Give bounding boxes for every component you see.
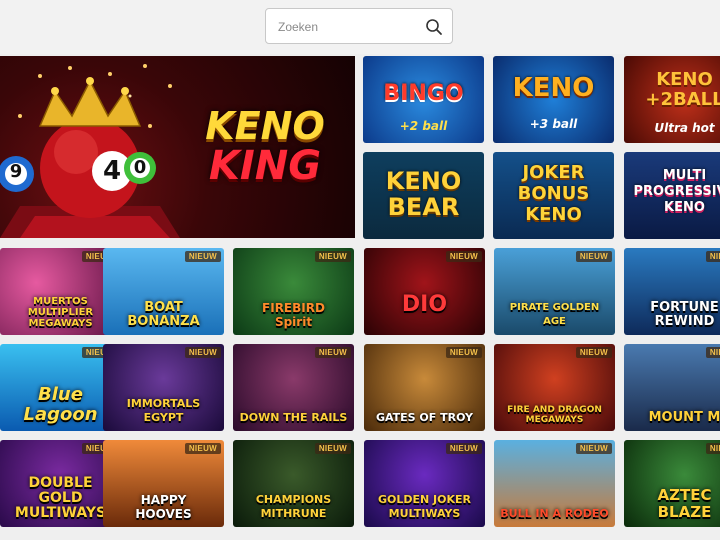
game-title: GATES OF TROY	[375, 411, 474, 424]
new-badge: NIEUW	[445, 347, 482, 358]
game-tile[interactable]: NIEUW HAPPY HOOVES	[103, 440, 224, 527]
game-title: PIRATE GOLDEN AGE	[509, 302, 600, 327]
game-tile[interactable]: NIEUW BOAT BONANZA	[103, 248, 224, 335]
new-badge: NIEUW	[445, 443, 482, 454]
new-badge: NIEUW	[705, 443, 720, 454]
game-tile-bingo[interactable]: BINGO +2 ball	[363, 56, 484, 143]
game-tile[interactable]: NIEUW FORTUNE REWIND	[624, 248, 720, 335]
game-subtitle: Ultra hot	[654, 121, 715, 135]
ball-number: 4	[102, 156, 122, 186]
game-title: GOLDEN JOKER MULTIWAYS	[377, 493, 472, 520]
game-title: BINGO	[383, 81, 464, 106]
game-title: BULL IN A RODEO	[500, 507, 609, 520]
game-tile[interactable]: NIEUW AZTEC BLAZE	[624, 440, 720, 527]
game-title: IMMORTALS EGYPT	[126, 397, 201, 424]
game-tile-multi-progressive-keno[interactable]: MULTI PROGRESSIVE KENO	[624, 152, 720, 239]
game-tile[interactable]: NIEUW MOUNT M	[624, 344, 720, 431]
game-tile[interactable]: NIEUW FIREBIRD Spirit	[233, 248, 354, 335]
search-icon[interactable]	[425, 18, 443, 36]
top-bar	[0, 0, 720, 54]
new-badge: NIEUW	[575, 251, 612, 262]
game-title: CHAMPIONS MITHRUNE	[255, 493, 332, 520]
game-subtitle: +3 ball	[529, 117, 578, 131]
new-badge: NIEUW	[314, 443, 351, 454]
game-title: MOUNT M	[648, 410, 720, 425]
new-badge: NIEUW	[184, 347, 221, 358]
game-title: FORTUNE REWIND	[650, 300, 719, 329]
game-title: JOKER BONUS KENO	[517, 162, 590, 225]
game-subtitle: +2 ball	[399, 119, 448, 133]
game-title: HAPPY HOOVES	[135, 493, 192, 521]
game-tile[interactable]: NIEUW DIO	[364, 248, 485, 335]
hero-banner[interactable]: 9 4 0 KENO KING	[0, 56, 355, 238]
game-tile[interactable]: NIEUW FIRE AND DRAGON MEGAWAYS	[494, 344, 615, 431]
game-tile[interactable]: NIEUW CHAMPIONS MITHRUNE	[233, 440, 354, 527]
game-title: AZTEC BLAZE	[657, 486, 712, 521]
ball-number: 0	[133, 157, 147, 178]
hero-title: KENO KING	[180, 106, 350, 186]
game-title: KENO BEAR	[385, 167, 462, 221]
game-tile[interactable]: NIEUW GATES OF TROY	[364, 344, 485, 431]
new-badge: NIEUW	[314, 347, 351, 358]
game-tile[interactable]: NIEUW PIRATE GOLDEN AGE	[494, 248, 615, 335]
search-box[interactable]	[265, 8, 453, 44]
game-title: BOAT BONANZA	[127, 300, 200, 329]
game-tile-joker-bonus-keno[interactable]: JOKER BONUS KENO	[493, 152, 614, 239]
new-badge: NIEUW	[184, 443, 221, 454]
game-title: FIRE AND DRAGON MEGAWAYS	[507, 405, 602, 425]
game-tile[interactable]: NIEUW BULL IN A RODEO	[494, 440, 615, 527]
game-title: MULTI PROGRESSIVE KENO	[633, 168, 720, 215]
game-tile[interactable]: NIEUW GOLDEN JOKER MULTIWAYS	[364, 440, 485, 527]
hero-title-line2: KING	[208, 143, 322, 189]
new-badge: NIEUW	[575, 347, 612, 358]
game-tile[interactable]: NIEUW IMMORTALS EGYPT	[103, 344, 224, 431]
new-badge: NIEUW	[575, 443, 612, 454]
game-tile-keno-3ball[interactable]: KENO +3 ball	[493, 56, 614, 143]
search-input[interactable]	[276, 17, 420, 37]
game-tile-keno-bear[interactable]: KENO BEAR	[363, 152, 484, 239]
new-badge: NIEUW	[705, 251, 720, 262]
game-tile-keno-2ball[interactable]: KENO +2BALL Ultra hot	[624, 56, 720, 143]
ball-number: 9	[9, 161, 23, 182]
hero-title-line1: KENO	[205, 104, 325, 148]
new-badge: NIEUW	[705, 347, 720, 358]
game-title: DIO	[401, 292, 448, 317]
game-title: KENO	[512, 73, 595, 103]
game-title: KENO +2BALL	[645, 69, 720, 110]
new-badge: NIEUW	[445, 251, 482, 262]
new-badge: NIEUW	[184, 251, 221, 262]
new-badge: NIEUW	[314, 251, 351, 262]
game-title: DOWN THE RAILS	[239, 411, 348, 424]
game-title: FIREBIRD Spirit	[262, 301, 325, 329]
game-tile[interactable]: NIEUW DOWN THE RAILS	[233, 344, 354, 431]
